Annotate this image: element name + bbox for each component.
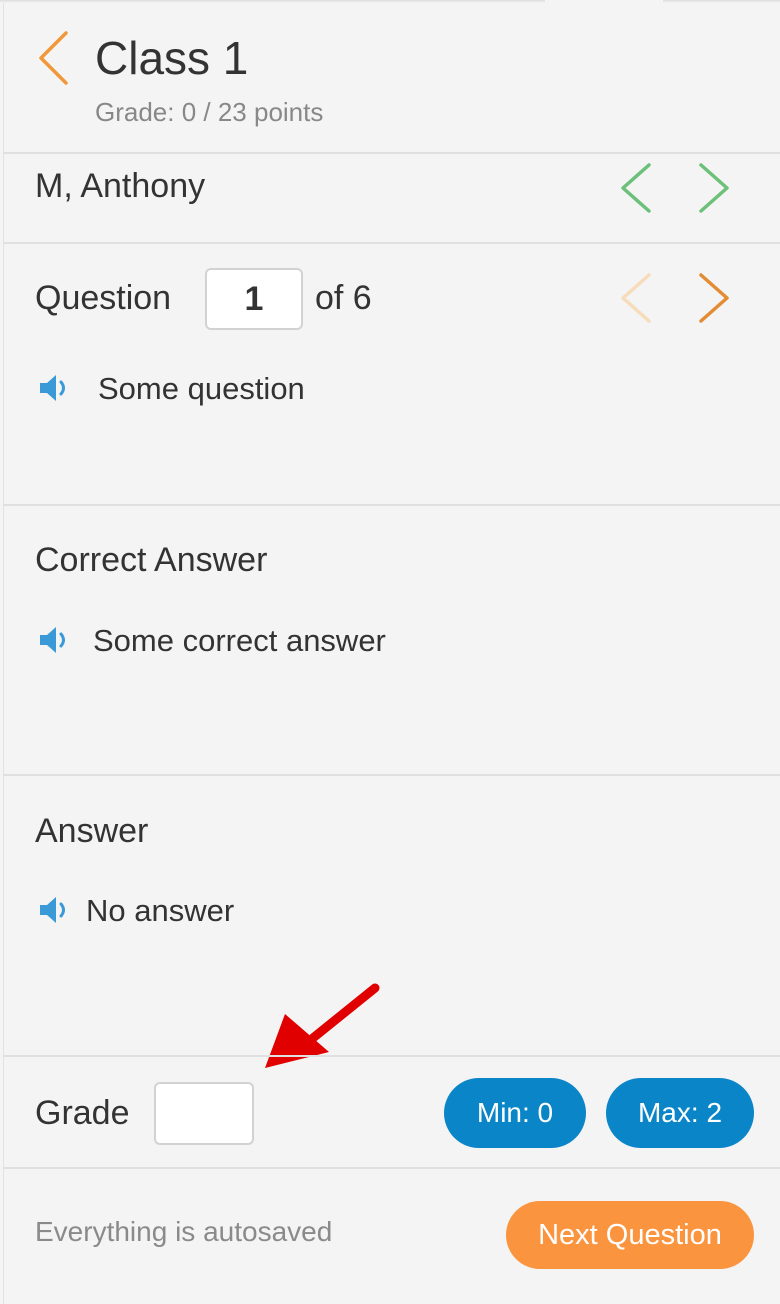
divider [3,152,780,154]
question-speaker-button[interactable] [38,371,72,405]
question-total: of 6 [315,279,372,317]
top-shadow [0,0,780,3]
top-tab [545,0,663,4]
chevron-right-icon [699,163,729,213]
answer-heading: Answer [35,812,149,850]
divider [3,1055,780,1057]
speaker-icon [40,897,65,923]
max-grade-button[interactable]: Max: 2 [606,1078,754,1148]
correct-answer-speaker-button[interactable] [38,623,72,657]
page-title: Class 1 [95,32,249,84]
correct-answer-heading: Correct Answer [35,541,268,579]
prev-question-button[interactable] [617,270,657,326]
chevron-right-icon [699,273,729,323]
divider [3,504,780,506]
correct-answer-text: Some correct answer [93,623,386,658]
next-student-button[interactable] [695,160,735,216]
chevron-left-icon [621,273,651,323]
answer-speaker-button[interactable] [38,893,72,927]
grade-summary: Grade: 0 / 23 points [95,97,324,127]
question-number-input[interactable] [205,268,303,330]
question-text: Some question [98,371,305,406]
speaker-icon [40,627,65,653]
answer-text: No answer [86,893,235,928]
question-label: Question [35,279,172,317]
prev-student-button[interactable] [617,160,657,216]
divider [3,1167,780,1169]
grade-label: Grade [35,1094,130,1132]
next-question-button[interactable]: Next Question [506,1201,754,1269]
annotation-arrow-icon [265,983,380,1068]
chevron-left-icon [621,163,651,213]
min-grade-button[interactable]: Min: 0 [444,1078,586,1148]
divider [3,242,780,244]
next-question-button[interactable] [695,270,735,326]
grade-input[interactable] [154,1082,254,1145]
student-name: M, Anthony [35,167,206,205]
speaker-icon [40,375,65,401]
chevron-left-icon [39,31,68,85]
autosave-status: Everything is autosaved [35,1216,333,1247]
back-button[interactable] [36,30,72,86]
divider [3,774,780,776]
